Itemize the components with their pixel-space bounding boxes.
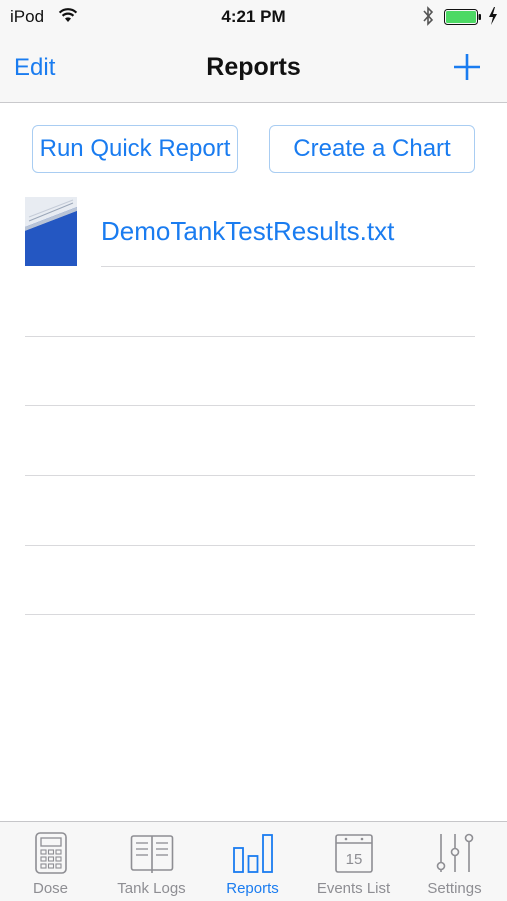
bluetooth-icon xyxy=(422,6,434,31)
page-title: Reports xyxy=(206,53,301,81)
status-bar: iPod 4:21 PM xyxy=(0,0,507,34)
list-item[interactable]: DemoTankTestResults.txt xyxy=(0,196,507,268)
row-separator xyxy=(101,266,475,267)
row-separator xyxy=(25,475,475,476)
navigation-bar: Edit Reports xyxy=(0,34,507,103)
tab-dose[interactable]: Dose xyxy=(0,822,101,901)
report-thumbnail xyxy=(25,197,77,266)
tab-label: Events List xyxy=(316,880,391,897)
tab-tank-logs[interactable]: Tank Logs xyxy=(101,822,202,901)
tab-label: Settings xyxy=(427,880,482,897)
charging-icon xyxy=(488,7,498,30)
run-quick-report-button[interactable]: Run Quick Report xyxy=(32,125,238,173)
calendar-day: 15 xyxy=(345,851,362,868)
sliders-icon xyxy=(435,832,475,879)
bar-chart-icon xyxy=(232,832,274,879)
row-separator xyxy=(25,405,475,406)
book-icon xyxy=(130,832,174,879)
row-separator xyxy=(25,614,475,615)
tab-bar: Dose Tank Logs Reports 15 Events List Se… xyxy=(0,821,507,901)
tab-label: Reports xyxy=(226,880,279,897)
row-separator xyxy=(25,336,475,337)
report-filename: DemoTankTestResults.txt xyxy=(101,216,395,246)
tab-events-list[interactable]: 15 Events List xyxy=(303,822,404,901)
tab-label: Dose xyxy=(32,880,69,897)
tab-label: Tank Logs xyxy=(117,880,186,897)
row-separator xyxy=(25,545,475,546)
create-chart-button[interactable]: Create a Chart xyxy=(269,125,475,173)
add-report-button[interactable] xyxy=(451,51,483,83)
battery-icon xyxy=(444,9,482,25)
plus-icon xyxy=(454,54,480,80)
calculator-icon xyxy=(34,832,68,879)
tab-settings[interactable]: Settings xyxy=(404,822,505,901)
tab-reports[interactable]: Reports xyxy=(202,822,303,901)
calendar-icon: 15 xyxy=(334,832,374,879)
